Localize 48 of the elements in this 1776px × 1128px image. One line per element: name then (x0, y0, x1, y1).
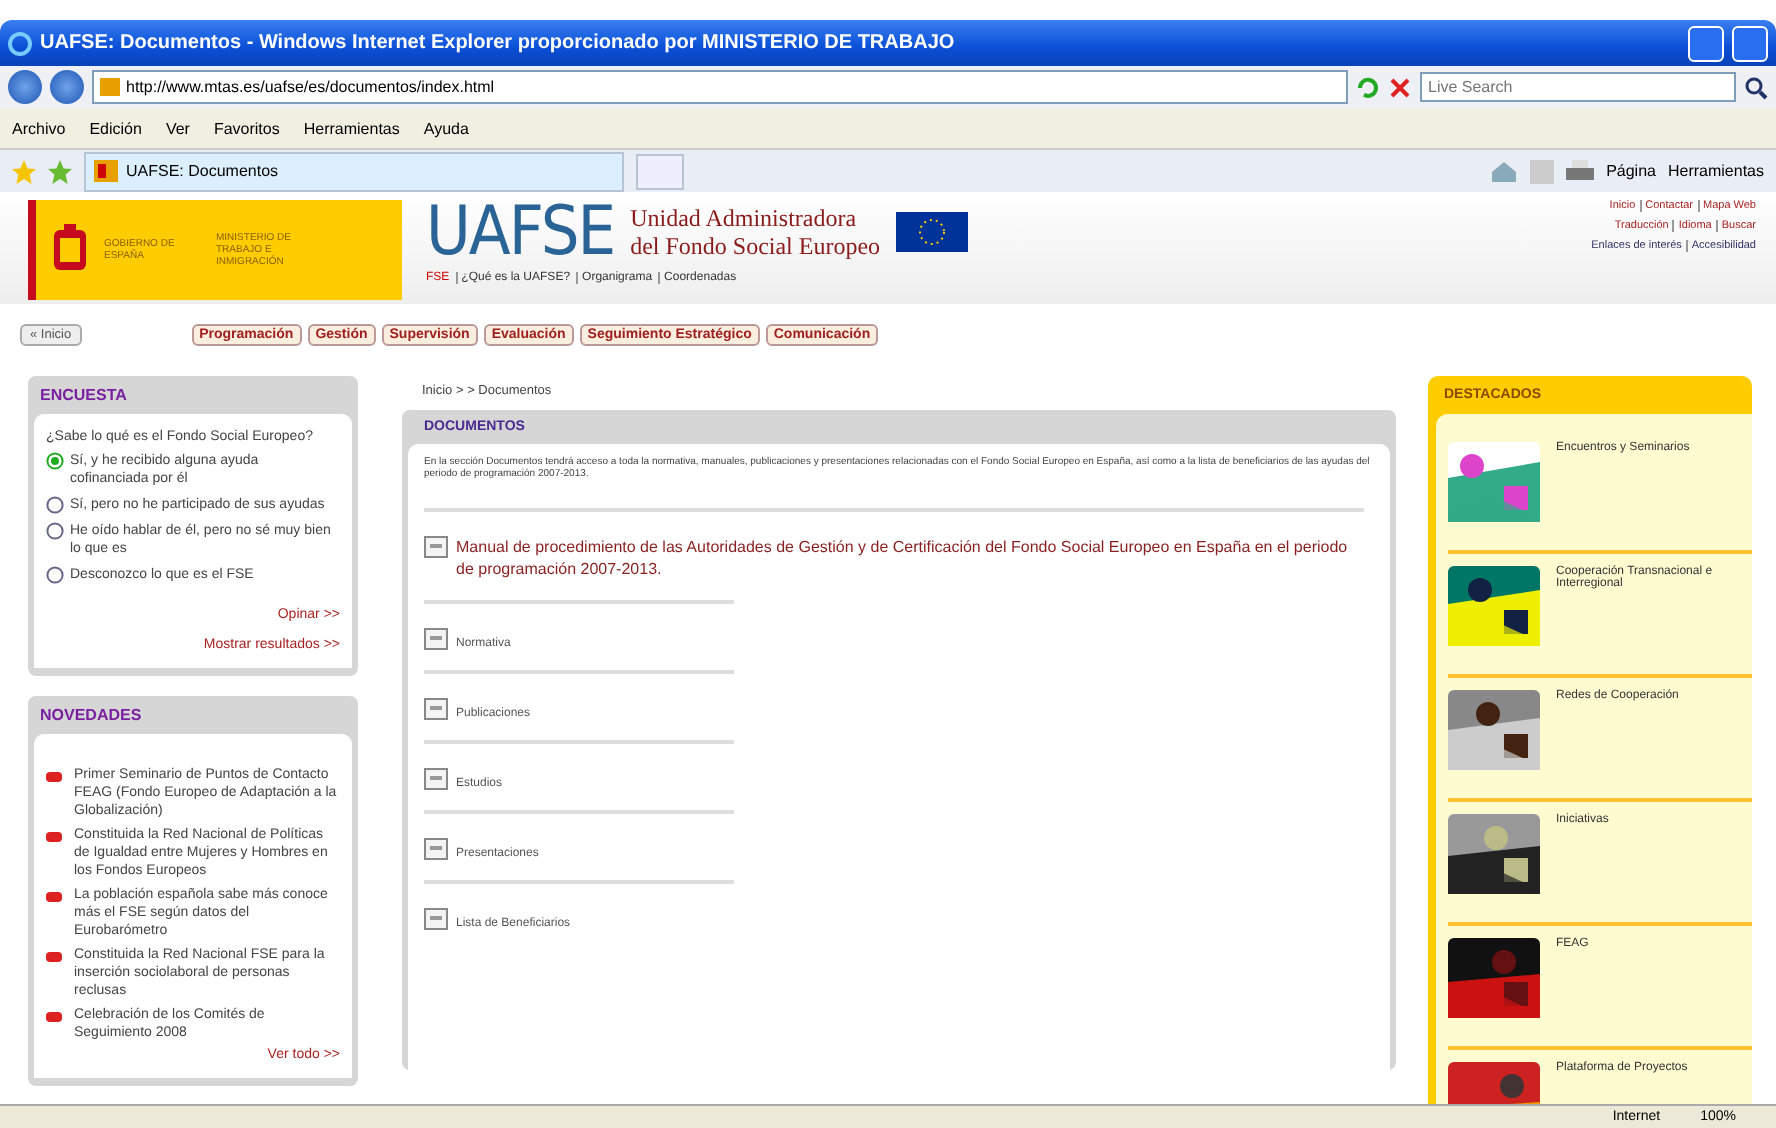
bullet-icon (46, 952, 62, 962)
url-text: http://www.mtas.es/uafse/es/documentos/index.html (126, 78, 495, 96)
browser-tab[interactable]: UAFSE: Documentos (84, 151, 624, 191)
menu-item[interactable]: Archivo (12, 119, 66, 137)
minimize-button[interactable] (1688, 25, 1724, 61)
menu-item[interactable]: Edición (89, 119, 142, 137)
document-icon[interactable] (424, 908, 448, 930)
document-icon[interactable] (424, 698, 448, 720)
printer-icon[interactable] (1566, 159, 1595, 183)
browser-logo-icon (8, 31, 32, 55)
forward-button[interactable] (50, 70, 84, 104)
toolbar-menu[interactable]: Página (1606, 162, 1656, 180)
menu-item[interactable]: Favoritos (213, 119, 280, 137)
search-icon[interactable] (1744, 75, 1768, 99)
document-icon[interactable] (424, 536, 448, 558)
site-name: Unidad Administradora del Fondo Social Europeo (630, 204, 881, 260)
bullet-icon (46, 772, 62, 782)
box-title: NOVEDADES (38, 704, 144, 728)
home-icon[interactable] (1490, 159, 1519, 183)
box-title: ENCUESTA (38, 384, 129, 408)
bullet-icon (46, 892, 62, 902)
page-icon (100, 78, 120, 96)
site-logo[interactable]: UAFSE (426, 192, 615, 272)
maximize-button[interactable] (1732, 25, 1768, 61)
eu-flag-icon (896, 212, 969, 252)
address-field[interactable]: http://www.mtas.es/uafse/es/documentos/index.html (92, 70, 1348, 104)
radio-button[interactable] (46, 522, 64, 540)
stop-icon[interactable] (1388, 75, 1412, 99)
favorites-star-icon[interactable] (12, 159, 36, 183)
toolbar-menu[interactable]: Herramientas (1667, 162, 1764, 180)
add-favorite-icon[interactable] (48, 159, 72, 183)
menu-item[interactable]: Herramientas (303, 119, 400, 137)
radio-button[interactable] (46, 452, 64, 470)
bullet-icon (46, 1012, 62, 1022)
menu-item[interactable]: Ayuda (423, 119, 469, 137)
back-button[interactable] (8, 70, 42, 104)
menu-item[interactable]: Ver (165, 119, 190, 137)
document-icon[interactable] (424, 768, 448, 790)
document-icon[interactable] (424, 628, 448, 650)
radio-button[interactable] (46, 496, 64, 514)
document-title-link[interactable]: Manual de procedimiento de las Autoridades de Gestión y de Certificación del Fondo Social Europeo en España en el periodo de programación 2007-2013. (456, 536, 1364, 580)
page-icon (94, 160, 118, 182)
document-icon[interactable] (424, 838, 448, 860)
search-field[interactable]: Live Search (1420, 72, 1736, 102)
refresh-icon[interactable] (1356, 75, 1380, 99)
window-title: UAFSE: Documentos - Windows Internet Explorer proporcionado por MINISTERIO DE TRABAJO (40, 32, 957, 54)
bullet-icon (46, 832, 62, 842)
radio-button[interactable] (46, 566, 64, 584)
